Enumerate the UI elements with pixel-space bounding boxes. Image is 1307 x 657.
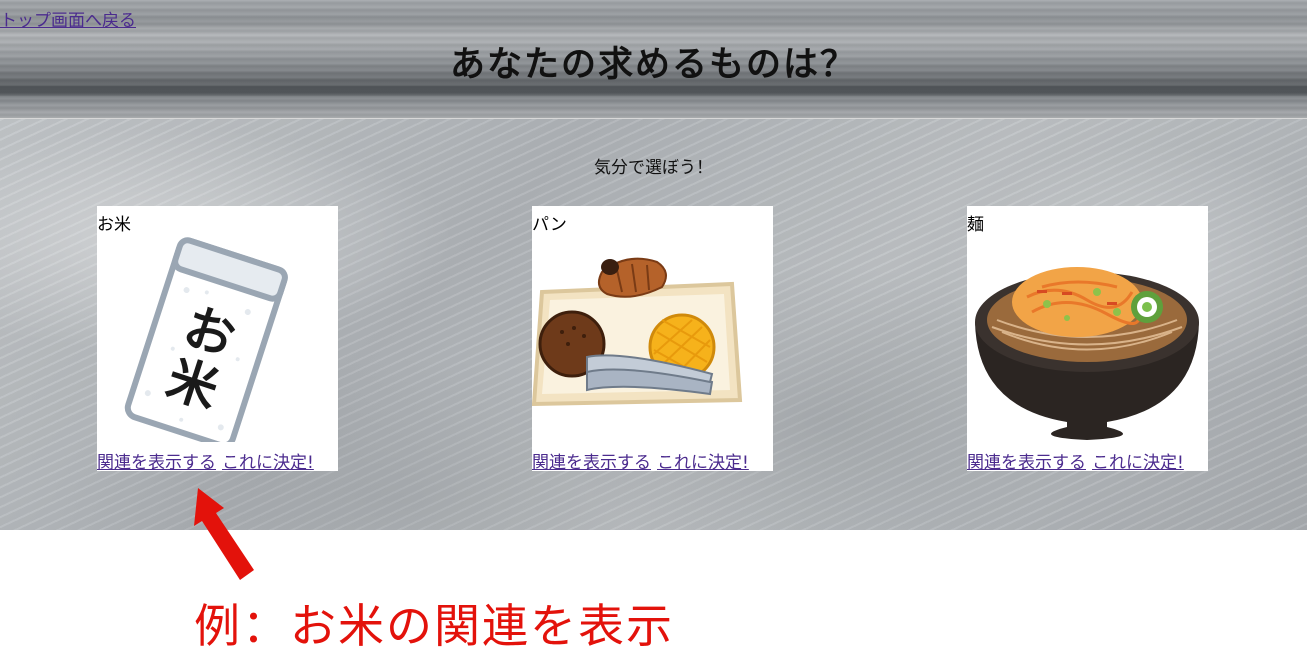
card-noodles: 麺 関連を表示する これに決定! (967, 206, 1208, 473)
card-rice: お米 お 米 関連を表示する これに決定! (97, 206, 338, 473)
header-banner: トップ画面へ戻る あなたの求めるものは？ (0, 0, 1307, 119)
page-title: あなたの求めるものは？ (449, 45, 857, 85)
show-related-link[interactable]: 関連を表示する (532, 453, 651, 473)
noodle-bowl-icon (975, 267, 1199, 440)
back-to-top-link[interactable]: トップ画面へ戻る (0, 6, 136, 31)
card-links: 関連を表示する これに決定! (967, 448, 1184, 473)
card-bread: パン 関連を表示する これに決定! (532, 206, 773, 473)
decide-link[interactable]: これに決定! (222, 453, 314, 473)
annotation-text: 例：お米の関連を表示 (194, 599, 674, 653)
decide-link[interactable]: これに決定! (657, 453, 749, 473)
card-links: 関連を表示する これに決定! (97, 448, 314, 473)
card-links: 関連を表示する これに決定! (532, 448, 749, 473)
show-related-link[interactable]: 関連を表示する (97, 453, 216, 473)
show-related-link[interactable]: 関連を表示する (967, 453, 1086, 473)
decide-link[interactable]: これに決定! (1092, 453, 1184, 473)
subtitle: 気分で選ぼう！ (594, 158, 713, 178)
main-content: 気分で選ぼう！ お米 お 米 関連を表示する これに決定! パン 関連を表示する… (0, 119, 1307, 530)
red-arrow-icon (194, 488, 254, 580)
rice-bag-icon: お 米 (124, 237, 288, 442)
bread-tray-icon (532, 257, 743, 407)
